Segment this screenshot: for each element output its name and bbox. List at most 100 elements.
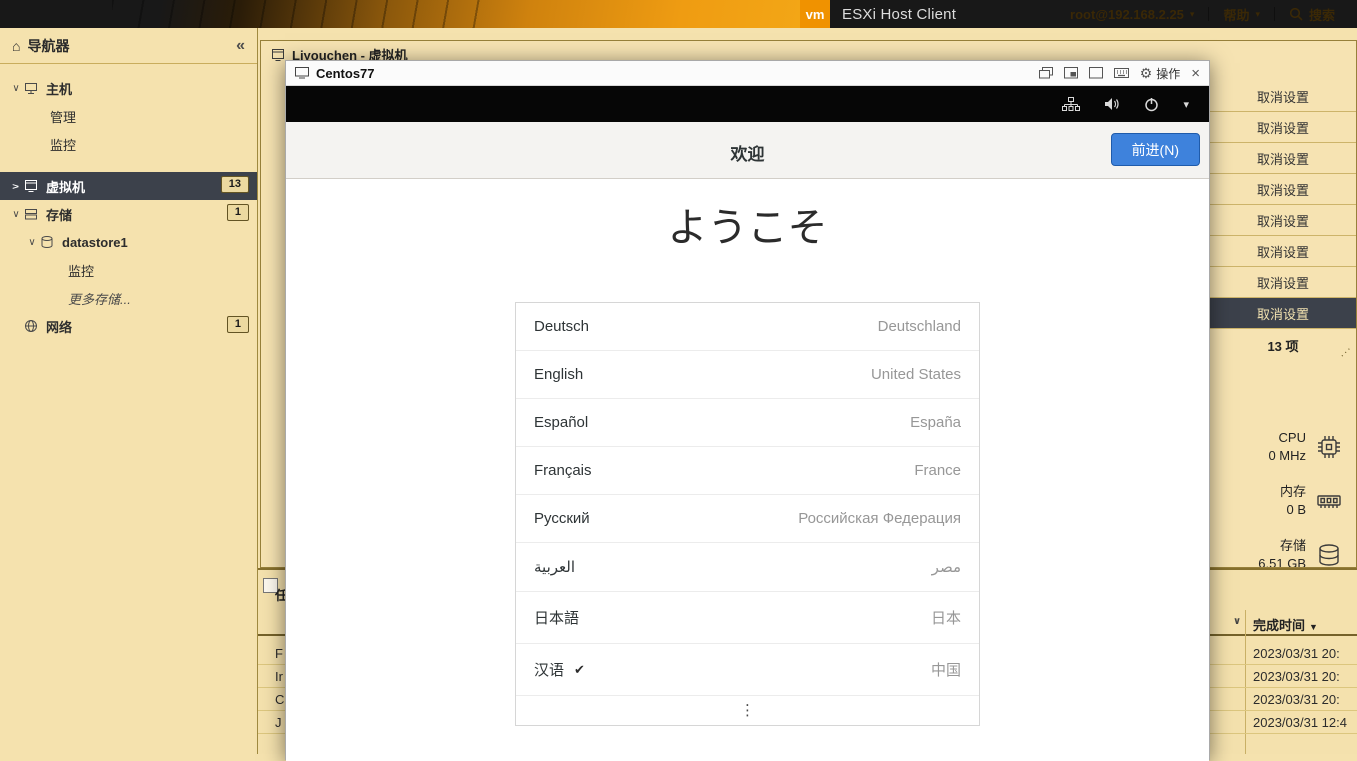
sidebar-item-label: datastore1 xyxy=(62,235,128,250)
cancel-settings-button[interactable]: 取消设置 xyxy=(1210,205,1356,236)
host-icon xyxy=(24,81,42,95)
actions-menu-button[interactable]: ⚙ 操作 xyxy=(1140,65,1181,82)
database-icon xyxy=(1316,542,1342,568)
guest-screen-topbar: ▾ xyxy=(286,86,1209,122)
language-row-chinese-selected[interactable]: 汉语 ✔ 中国 xyxy=(516,643,979,695)
sidebar-item-virtual-machines[interactable]: ∨ 虚拟机 13 xyxy=(0,172,257,200)
cancel-settings-button[interactable]: 取消设置 xyxy=(1210,143,1356,174)
items-count: 13 项 xyxy=(1210,336,1356,355)
network-count-badge: 1 xyxy=(227,316,249,333)
console-titlebar[interactable]: Centos77 xyxy=(286,61,1209,86)
language-region: 日本 xyxy=(931,607,961,628)
language-row-francais[interactable]: Français France xyxy=(516,446,979,494)
chevron-right-icon[interactable]: ∨ xyxy=(11,178,22,194)
chevron-down-icon[interactable]: ∨ xyxy=(1233,616,1241,627)
language-row-japanese[interactable]: 日本語 日本 xyxy=(516,591,979,643)
sidebar-item-label: 更多存储... xyxy=(68,289,131,308)
language-name: العربية xyxy=(534,558,575,576)
sidebar-item-monitor[interactable]: 监控 xyxy=(0,130,257,158)
chevron-down-icon[interactable]: ▾ xyxy=(1183,98,1189,111)
search-icon xyxy=(1289,7,1303,21)
float-window-icon[interactable] xyxy=(1039,67,1053,79)
cancel-settings-button[interactable]: 取消设置 xyxy=(1210,81,1356,112)
continue-button[interactable]: 前进(N) xyxy=(1111,133,1200,166)
sidebar-item-label: 网络 xyxy=(46,317,72,336)
vm-table-action-column: 取消设置 取消设置 取消设置 取消设置 取消设置 取消设置 取消设置 取消设置 xyxy=(1210,81,1356,329)
chevron-down-icon[interactable]: ∨ xyxy=(8,83,24,94)
cancel-settings-button-selected[interactable]: 取消设置 xyxy=(1210,298,1356,329)
column-header-done-time[interactable]: 完成时间▼ xyxy=(1253,615,1318,634)
gear-icon: ⚙ xyxy=(1140,65,1153,82)
sidebar-item-manage[interactable]: 管理 xyxy=(0,102,257,130)
sidebar-item-host[interactable]: ∨ 主机 xyxy=(0,74,257,102)
task-name-fragment: J xyxy=(275,715,282,730)
language-name: Español xyxy=(534,414,588,431)
fullscreen-icon[interactable] xyxy=(1089,67,1103,79)
language-row-deutsch[interactable]: Deutsch Deutschland xyxy=(516,303,979,350)
language-name: English xyxy=(534,366,583,383)
language-row-english[interactable]: English United States xyxy=(516,350,979,398)
language-region: Российская Федерация xyxy=(798,510,961,527)
language-row-espanol[interactable]: Español España xyxy=(516,398,979,446)
chevron-down-icon: ▾ xyxy=(1255,9,1260,20)
close-icon[interactable]: × xyxy=(1191,65,1200,82)
actions-label: 操作 xyxy=(1156,65,1180,82)
chevron-down-icon[interactable]: ∨ xyxy=(8,209,24,220)
user-menu-label: root@192.168.2.25 xyxy=(1070,7,1184,22)
language-region: 中国 xyxy=(931,659,961,680)
chevron-down-icon: ▾ xyxy=(1190,9,1195,20)
sidebar-item-storage[interactable]: ∨ 存储 1 xyxy=(0,200,257,228)
help-menu[interactable]: 帮助 ▾ xyxy=(1209,0,1274,28)
sidebar-item-datastore-monitor[interactable]: 监控 xyxy=(0,256,257,284)
chevron-down-icon[interactable]: ∨ xyxy=(24,237,40,248)
volume-icon[interactable] xyxy=(1104,97,1120,111)
sidebar-item-label: 监控 xyxy=(50,135,76,154)
power-icon[interactable] xyxy=(1144,97,1159,112)
user-menu[interactable]: root@192.168.2.25 ▾ xyxy=(1056,0,1208,28)
language-region: Deutschland xyxy=(878,318,961,335)
collapse-sidebar-button[interactable]: « xyxy=(236,37,245,55)
sidebar-item-networking[interactable]: 网络 1 xyxy=(0,312,257,340)
home-icon: ⌂ xyxy=(12,38,20,54)
task-name-fragment: F xyxy=(275,646,283,661)
network-status-icon[interactable] xyxy=(1062,97,1080,111)
cpu-value: 0 MHz xyxy=(1268,447,1306,465)
datastore-icon xyxy=(40,235,58,249)
topbar-stripes-decor xyxy=(0,0,800,28)
fit-window-icon[interactable] xyxy=(1064,67,1078,79)
welcome-heading: ようこそ xyxy=(286,205,1209,252)
vmware-logo: vm xyxy=(800,0,830,28)
check-icon: ✔ xyxy=(574,662,585,678)
navigator-header: ⌂ 导航器 « xyxy=(0,28,257,64)
cancel-settings-button[interactable]: 取消设置 xyxy=(1210,236,1356,267)
keyboard-icon[interactable] xyxy=(1114,67,1129,79)
sidebar-item-more-storage[interactable]: 更多存储... xyxy=(0,284,257,312)
language-region: مصر xyxy=(932,558,961,576)
cpu-label: CPU xyxy=(1268,429,1306,447)
task-done-time: 2023/03/31 20: xyxy=(1253,692,1340,707)
storage-icon xyxy=(24,207,42,221)
language-list: Deutsch Deutschland English United State… xyxy=(515,302,980,726)
memory-label: 内存 xyxy=(1280,483,1306,501)
topbar-right: root@192.168.2.25 ▾ 帮助 ▾ 搜索 xyxy=(1056,0,1357,28)
monitor-icon xyxy=(295,67,309,79)
search-button[interactable]: 搜索 xyxy=(1275,0,1357,28)
network-icon xyxy=(24,319,42,333)
sidebar-item-datastore1[interactable]: ∨ datastore1 xyxy=(0,228,257,256)
cancel-settings-button[interactable]: 取消设置 xyxy=(1210,112,1356,143)
language-row-russian[interactable]: Русский Российская Федерация xyxy=(516,494,979,542)
language-region: España xyxy=(910,414,961,431)
cancel-settings-button[interactable]: 取消设置 xyxy=(1210,174,1356,205)
language-name: Deutsch xyxy=(534,318,589,335)
language-name: 汉语 xyxy=(534,659,564,680)
console-controls: ⚙ 操作 × xyxy=(1039,65,1200,82)
sidebar-item-label: 监控 xyxy=(68,261,94,280)
cancel-settings-button[interactable]: 取消设置 xyxy=(1210,267,1356,298)
language-row-arabic[interactable]: العربية مصر xyxy=(516,542,979,591)
vm-console-window: Centos77 xyxy=(285,60,1210,760)
storage-stat: 存储 6.51 GB xyxy=(1258,537,1342,568)
sidebar-item-label: 主机 xyxy=(46,79,72,98)
cpu-stat: CPU 0 MHz xyxy=(1268,429,1342,465)
more-languages-indicator[interactable]: ⋮ xyxy=(516,695,979,725)
installer-page-title: 欢迎 xyxy=(286,140,1209,165)
